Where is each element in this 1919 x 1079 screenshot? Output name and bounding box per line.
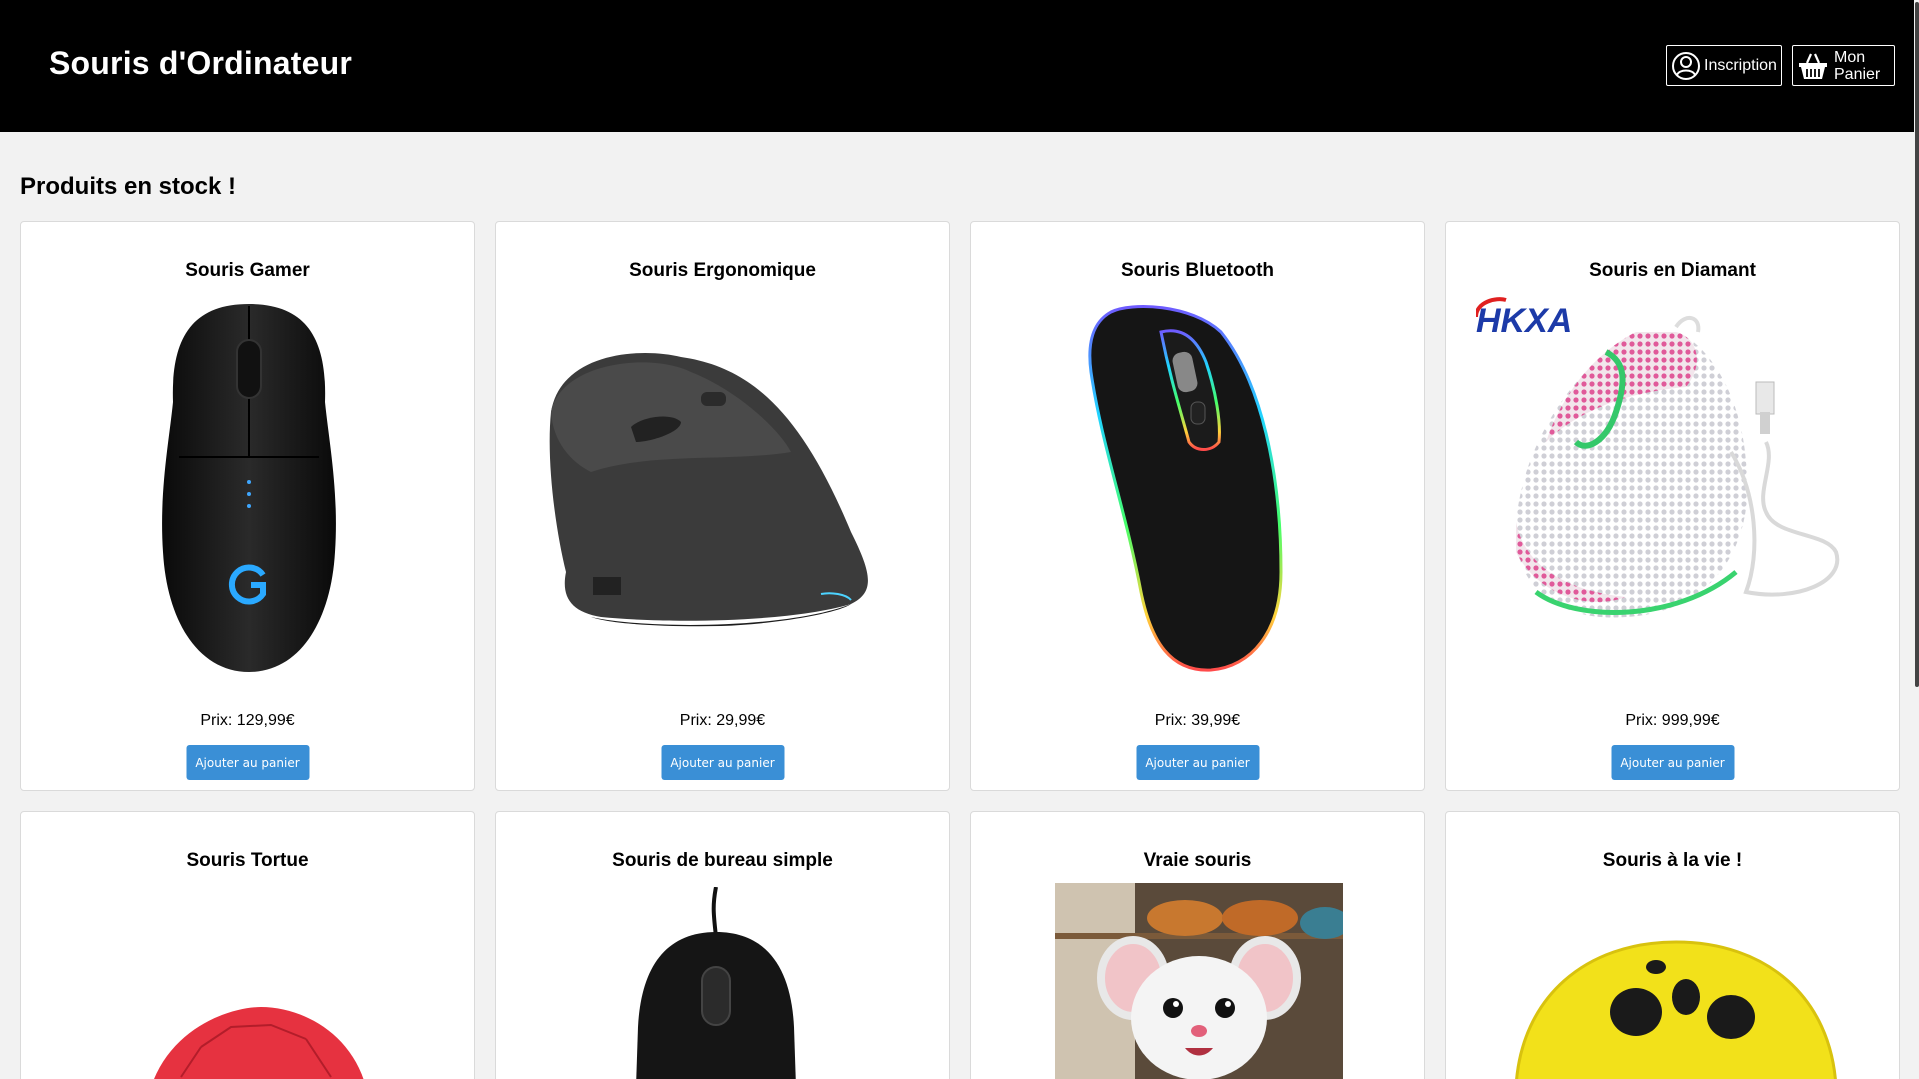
product-card-souris-bureau: Souris de bureau simple [495,811,950,1079]
product-image-real-mouse [971,812,1424,1079]
add-to-cart-button[interactable]: Ajouter au panier [1611,745,1734,780]
product-card-souris-tortue: Souris Tortue [20,811,475,1079]
product-image-turtle-mouse [21,812,474,1079]
turtle-mouse-image [154,1007,364,1079]
panier-label-line2: Panier [1834,65,1881,83]
panier-button[interactable]: Mon Panier [1792,45,1895,86]
panier-label-line1: Mon [1834,48,1866,66]
inscription-button[interactable]: Inscription [1666,45,1782,86]
product-price: Prix: 39,99€ [1154,712,1241,729]
yellow-mouse-image [1515,940,1837,1079]
product-price: Prix: 129,99€ [200,712,295,729]
page-scrollbar[interactable] [1914,0,1919,1079]
scrollbar-thumb[interactable] [1915,2,1919,687]
inscription-label: Inscription [1704,56,1777,74]
product-price: Prix: 999,99€ [1625,712,1720,729]
add-to-cart-button[interactable]: Ajouter au panier [1136,745,1259,780]
site-header: Souris d'Ordinateur Inscription Mon Pani… [0,0,1914,132]
add-to-cart-button[interactable]: Ajouter au panier [661,745,784,780]
product-image-yellow-mouse [1446,812,1899,1079]
site-title: Souris d'Ordinateur [49,45,353,81]
real-mouse-image [1055,883,1343,1079]
product-card-souris-a-la-vie: Souris à la vie ! [1445,811,1900,1079]
basket-icon [1799,53,1827,79]
add-to-cart-button[interactable]: Ajouter au panier [186,745,309,780]
product-card-souris-gamer: Souris Gamer Prix: 129,99€ Ajouter au pa… [20,221,475,791]
product-card-souris-diamant: Souris en Diamant HKXA Prix: 999,99€ Ajo… [1445,221,1900,791]
brand-logo-hkxa: HKXA [1476,302,1572,340]
product-name: Souris en Diamant [1589,260,1756,281]
product-card-souris-bluetooth: Souris Bluetooth Prix: 39,99€ Ajouter au… [970,221,1425,791]
section-title: Produits en stock ! [20,173,237,200]
user-icon [1672,51,1700,80]
product-card-vraie-souris: Vraie souris [970,811,1425,1079]
gamer-mouse-image [162,304,336,672]
product-image-office-mouse [496,812,949,1079]
product-price: Prix: 29,99€ [679,712,766,729]
diamond-mouse-image: HKXA [1476,297,1840,618]
ergonomic-mouse-image [549,352,868,627]
product-name: Souris Bluetooth [1120,260,1275,281]
bluetooth-mouse-image [1088,305,1283,672]
product-name: Souris Gamer [185,260,310,281]
office-mouse-image [636,887,796,1079]
product-name: Souris Ergonomique [629,260,816,281]
product-card-souris-ergonomique: Souris Ergonomique Prix: 29,99€ Ajouter … [495,221,950,791]
